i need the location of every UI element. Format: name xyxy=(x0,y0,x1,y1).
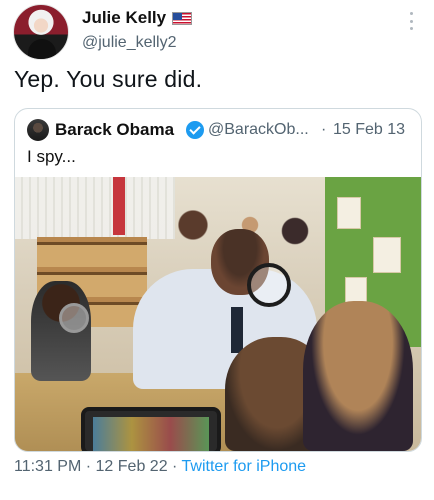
photo-poster xyxy=(373,237,401,273)
tweet-date[interactable]: 12 Feb 22 xyxy=(96,458,168,475)
quoted-separator: · xyxy=(321,121,327,138)
quoted-author-avatar xyxy=(27,119,49,141)
footer-separator: · xyxy=(85,458,92,475)
quoted-author-handle: @BarackOb... xyxy=(208,121,309,138)
photo-window xyxy=(15,177,175,239)
tweet-time[interactable]: 11:31 PM xyxy=(14,458,81,475)
author-avatar[interactable] xyxy=(13,4,69,60)
photo-child-right xyxy=(303,301,413,451)
more-options-icon[interactable] xyxy=(408,12,414,30)
quoted-author-name: Barack Obama xyxy=(55,120,175,139)
photo-poster xyxy=(337,197,361,229)
photo-tie xyxy=(231,307,243,353)
photo-red-banner xyxy=(113,177,125,235)
tweet-source-link[interactable]: Twitter for iPhone xyxy=(182,458,307,475)
tweet-text: Yep. You sure did. xyxy=(14,66,203,92)
quoted-tweet-card[interactable]: Barack Obama @BarackOb... · 15 Feb 13 I … xyxy=(14,108,422,452)
quoted-tweet-photo[interactable] xyxy=(15,177,421,451)
tweet-footer: 11:31 PM · 12 Feb 22 · Twitter for iPhon… xyxy=(14,458,306,476)
magnifying-glass-icon xyxy=(247,263,291,307)
us-flag-icon xyxy=(172,12,192,25)
author-name[interactable]: Julie Kelly xyxy=(82,8,166,28)
small-magnifying-glass-icon xyxy=(59,303,89,333)
photo-tablet xyxy=(81,407,221,451)
footer-separator: · xyxy=(172,458,178,475)
verified-badge-icon xyxy=(186,121,204,139)
author-handle[interactable]: @julie_kelly2 xyxy=(82,34,177,52)
photo-child-left xyxy=(31,281,91,381)
quoted-date: 15 Feb 13 xyxy=(333,121,406,138)
quoted-tweet-text: I spy... xyxy=(27,147,76,166)
tweet-container: Julie Kelly @julie_kelly2 Yep. You sure … xyxy=(0,0,434,500)
